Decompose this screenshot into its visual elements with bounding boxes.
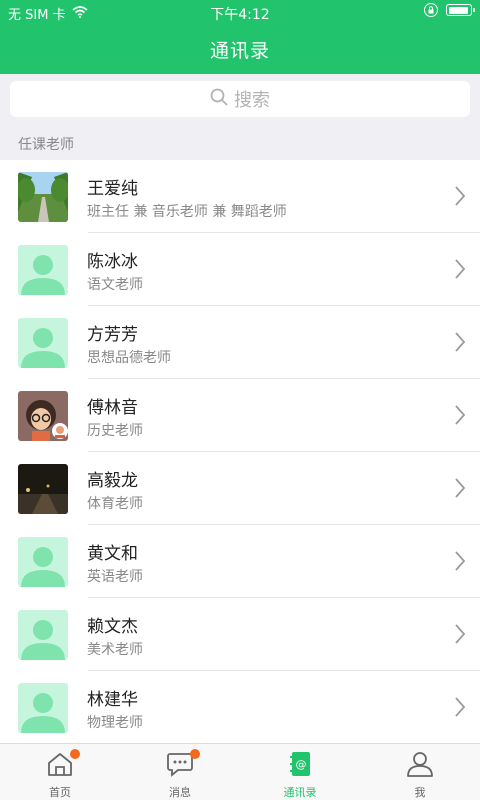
chevron-right-icon	[454, 331, 466, 357]
contact-role: 英语老师	[87, 569, 143, 585]
contact-name: 赖文杰	[87, 617, 138, 637]
search-input[interactable]: 搜索	[10, 81, 470, 117]
contact-list: 王爱纯班主任 兼 音乐老师 兼 舞蹈老师陈冰冰语文老师方芳芳思想品德老师傅林音历…	[0, 160, 480, 744]
chevron-right-icon	[454, 404, 466, 430]
battery-icon	[446, 4, 475, 16]
tab-chat[interactable]: 消息	[120, 744, 240, 800]
svg-text:@: @	[296, 758, 307, 771]
chevron-right-icon	[454, 185, 466, 211]
app-header: 无 SIM 卡 下午4:12 通讯录	[0, 0, 480, 74]
contact-role: 历史老师	[87, 423, 143, 439]
avatar	[18, 610, 68, 660]
tab-label: 首页	[49, 786, 71, 799]
status-time: 下午4:12	[210, 7, 270, 23]
contact-row[interactable]: 黄文和 英语老师	[0, 525, 480, 598]
search-placeholder: 搜索	[234, 90, 270, 111]
contact-row[interactable]: 高毅龙 体育老师	[0, 452, 480, 525]
avatar	[18, 245, 68, 295]
tab-bar: 首页 消息 @ 通讯录 我	[0, 743, 480, 800]
avatar	[18, 537, 68, 587]
contact-role: 美术老师	[87, 642, 143, 658]
contact-role: 思想品德老师	[87, 350, 171, 366]
contacts-book-icon: @	[286, 751, 314, 780]
contact-row[interactable]: 傅林音 历史老师	[0, 379, 480, 452]
avatar	[18, 172, 68, 222]
chevron-right-icon	[454, 696, 466, 722]
contact-row[interactable]: 赖文杰 美术老师	[0, 598, 480, 671]
contact-name: 林建华	[87, 690, 138, 710]
tab-person[interactable]: 我	[360, 744, 480, 800]
contact-role: 物理老师	[87, 715, 143, 731]
tab-label: 消息	[169, 786, 191, 799]
contact-name: 方芳芳	[87, 325, 138, 345]
chevron-right-icon	[454, 258, 466, 284]
contact-row[interactable]: 王爱纯班主任 兼 音乐老师 兼 舞蹈老师	[0, 160, 480, 233]
contact-role: 班主任 兼 音乐老师 兼 舞蹈老师	[87, 204, 287, 220]
tab-label: 通讯录	[283, 786, 317, 799]
chevron-right-icon	[454, 477, 466, 503]
tab-home[interactable]: 首页	[0, 744, 120, 800]
contact-row[interactable]: 方芳芳 思想品德老师	[0, 306, 480, 379]
contact-name: 高毅龙	[87, 471, 138, 491]
contact-role: 语文老师	[87, 277, 143, 293]
tab-contacts-book[interactable]: @ 通讯录	[240, 744, 360, 800]
tab-label: 我	[414, 786, 426, 799]
notification-badge	[70, 749, 80, 759]
avatar	[18, 464, 68, 514]
section-label: 任课老师	[18, 137, 74, 153]
battery-fill	[448, 6, 468, 14]
avatar	[18, 391, 68, 441]
contact-row[interactable]: 林建华 物理老师	[0, 671, 480, 744]
contact-name: 陈冰冰	[87, 252, 138, 272]
page-title: 通讯录	[209, 40, 270, 62]
contact-role: 体育老师	[87, 496, 143, 512]
status-right	[424, 3, 475, 17]
contact-name: 傅林音	[87, 398, 138, 418]
contact-name: 王爱纯	[87, 179, 138, 199]
notification-badge	[190, 749, 200, 759]
orientation-lock-icon	[424, 3, 438, 17]
avatar	[18, 683, 68, 733]
contact-row[interactable]: 陈冰冰 语文老师	[0, 233, 480, 306]
search-area: 搜索	[0, 74, 480, 126]
person-icon	[406, 751, 434, 780]
search-icon	[210, 88, 228, 111]
chevron-right-icon	[454, 623, 466, 649]
status-bar: 无 SIM 卡 下午4:12	[0, 0, 480, 24]
chevron-right-icon	[454, 550, 466, 576]
avatar	[18, 318, 68, 368]
contact-name: 黄文和	[87, 544, 138, 564]
